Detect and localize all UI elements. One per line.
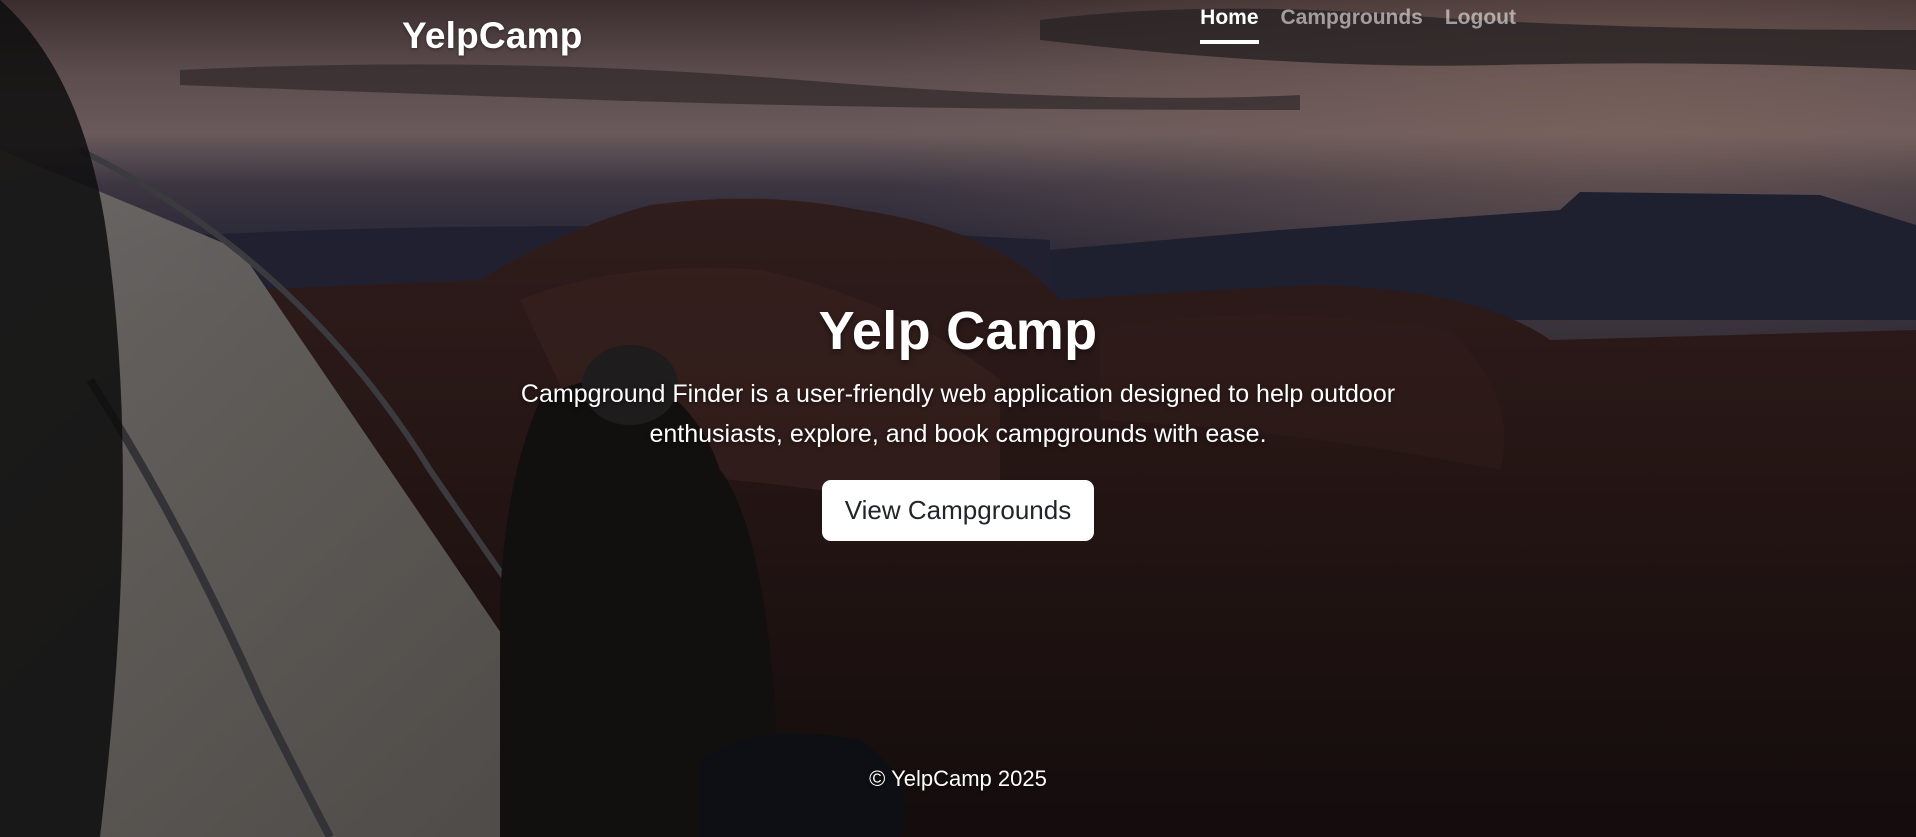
nav-link-logout[interactable]: Logout [1445,6,1516,44]
nav-link-home[interactable]: Home [1200,6,1259,44]
site-header: YelpCamp Home Campgrounds Logout [402,0,1516,90]
hero-section: Yelp Camp Campground Finder is a user-fr… [0,300,1916,541]
main-nav: Home Campgrounds Logout [1200,6,1516,44]
site-footer: © YelpCamp 2025 [0,766,1916,792]
cover-page: YelpCamp Home Campgrounds Logout Yelp Ca… [0,0,1916,837]
brand-logo[interactable]: YelpCamp [402,15,583,57]
view-campgrounds-button[interactable]: View Campgrounds [821,480,1095,541]
nav-link-campgrounds[interactable]: Campgrounds [1281,6,1423,44]
copyright-text: © YelpCamp 2025 [869,766,1047,791]
hero-description: Campground Finder is a user-friendly web… [520,380,1396,448]
hero-title: Yelp Camp [818,301,1098,361]
